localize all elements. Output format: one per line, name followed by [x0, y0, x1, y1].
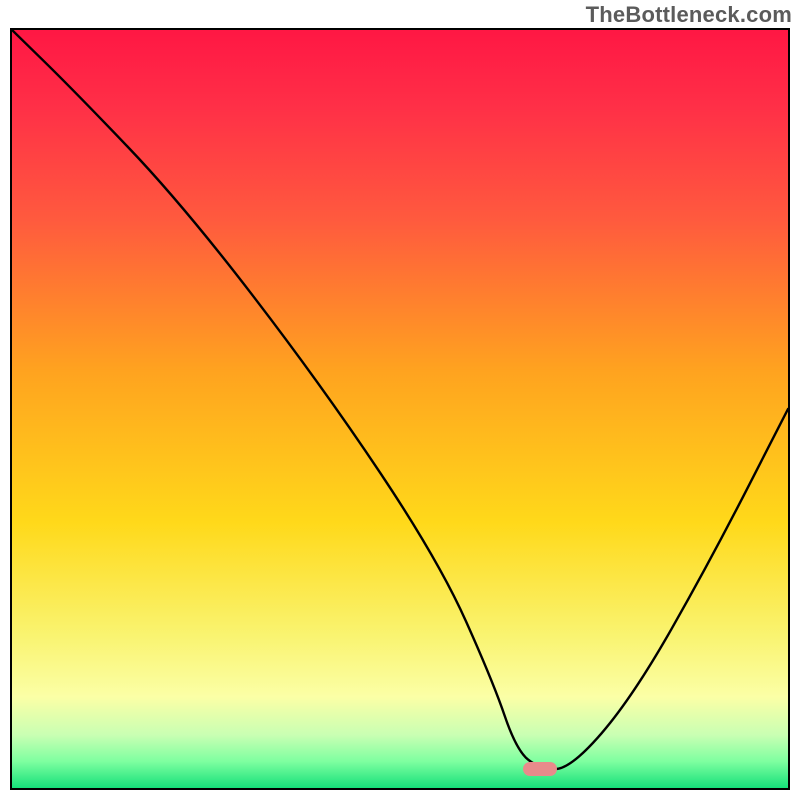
watermark-text: TheBottleneck.com [586, 2, 792, 28]
chart-root: TheBottleneck.com [0, 0, 800, 800]
bottleneck-curve [12, 30, 788, 788]
optimal-marker [523, 762, 557, 776]
plot-area [10, 28, 790, 790]
